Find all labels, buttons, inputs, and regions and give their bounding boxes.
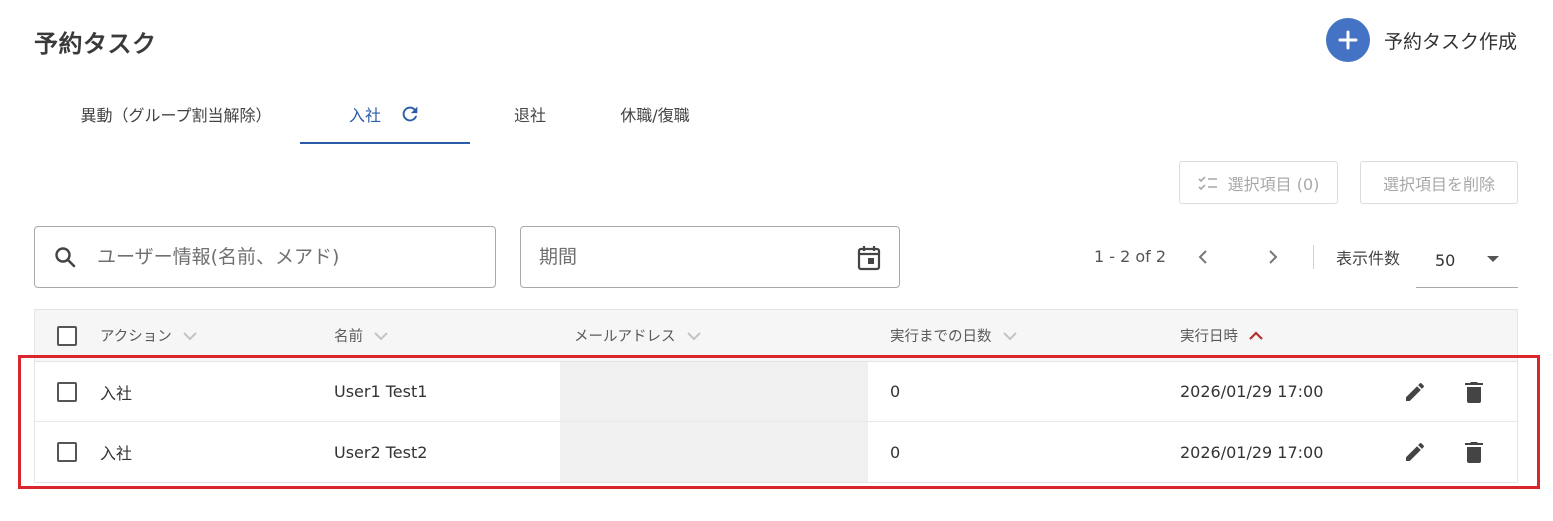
- table-row: 入社 User1 Test1 0 2026/01/29 17:00: [35, 362, 1517, 422]
- edit-icon[interactable]: [1403, 440, 1427, 464]
- search-icon: [53, 245, 77, 269]
- caret-down-icon: [1487, 256, 1499, 262]
- cell-email-redacted: [560, 422, 868, 482]
- cell-action: 入社: [100, 444, 133, 463]
- period-input[interactable]: [539, 246, 839, 268]
- column-header-action[interactable]: アクション: [100, 310, 198, 361]
- tab-absence[interactable]: 休職/復職: [590, 84, 720, 144]
- rows-per-page-label: 表示件数: [1336, 249, 1401, 268]
- period-field[interactable]: [520, 226, 900, 288]
- tab-label: 異動（グループ割当解除）: [80, 106, 272, 125]
- create-task-button[interactable]: 予約タスク作成: [1325, 18, 1517, 62]
- edit-icon[interactable]: [1403, 380, 1427, 404]
- table-row: 入社 User2 Test2 0 2026/01/29 17:00: [35, 422, 1517, 482]
- chevron-down-icon: [1002, 331, 1017, 340]
- chevron-right-icon[interactable]: [1260, 244, 1286, 270]
- chevron-down-icon: [183, 331, 197, 340]
- row-checkbox[interactable]: [57, 381, 77, 402]
- create-task-label: 予約タスク作成: [1383, 30, 1517, 53]
- cell-datetime: 2026/01/29 17:00: [1180, 382, 1324, 401]
- delete-selected-button[interactable]: 選択項目を削除: [1360, 161, 1518, 204]
- chevron-down-icon: [374, 331, 388, 340]
- rows-per-page-select[interactable]: 50: [1416, 234, 1518, 288]
- checklist-icon: [1198, 175, 1217, 190]
- tab-join[interactable]: 入社: [300, 84, 470, 144]
- tab-transfer[interactable]: 異動（グループ割当解除）: [52, 84, 300, 144]
- column-header-days[interactable]: 実行までの日数: [890, 310, 1018, 361]
- trash-icon[interactable]: [1463, 440, 1485, 464]
- pagination-range: 1 - 2 of 2: [1094, 246, 1167, 266]
- tab-label: 退社: [513, 106, 546, 125]
- rows-per-page-value: 50: [1435, 251, 1456, 270]
- cell-datetime: 2026/01/29 17:00: [1180, 442, 1324, 462]
- cell-email-redacted: [560, 362, 868, 421]
- pager-divider: [1313, 245, 1314, 269]
- row-checkbox[interactable]: [57, 442, 77, 462]
- chevron-up-icon: [1249, 330, 1263, 340]
- chevron-down-icon: [686, 331, 701, 340]
- tab-label: 入社: [348, 106, 381, 125]
- task-table: アクション 名前 メールアドレス 実行までの日数 実行日時 入社 User1 T…: [34, 309, 1518, 483]
- page-title: 予約タスク: [34, 30, 157, 58]
- cell-action: 入社: [100, 383, 133, 403]
- trash-icon[interactable]: [1463, 380, 1485, 404]
- selected-items-button[interactable]: 選択項目 (0): [1179, 161, 1338, 204]
- cell-name: User1 Test1: [334, 382, 428, 401]
- chevron-left-icon[interactable]: [1190, 244, 1216, 270]
- tab-bar: 異動（グループ割当解除） 入社 退社 休職/復職: [52, 84, 720, 144]
- cell-name: User2 Test2: [334, 442, 428, 462]
- selected-items-label: 選択項目 (0): [1227, 174, 1320, 194]
- cell-days: 0: [890, 442, 901, 462]
- tab-label: 休職/復職: [620, 106, 690, 125]
- search-input[interactable]: [97, 246, 457, 268]
- column-header-datetime[interactable]: 実行日時: [1180, 310, 1264, 361]
- select-all-checkbox[interactable]: [57, 325, 77, 346]
- tab-leave[interactable]: 退社: [470, 84, 590, 144]
- user-search-field[interactable]: [34, 226, 496, 288]
- cell-days: 0: [890, 382, 901, 401]
- delete-selected-label: 選択項目を削除: [1382, 174, 1495, 194]
- table-header: アクション 名前 メールアドレス 実行までの日数 実行日時: [35, 310, 1517, 362]
- column-header-email[interactable]: メールアドレス: [574, 310, 702, 361]
- calendar-icon[interactable]: [857, 245, 881, 271]
- column-header-name[interactable]: 名前: [334, 310, 389, 361]
- plus-icon: [1325, 18, 1370, 62]
- refresh-icon[interactable]: [399, 103, 421, 125]
